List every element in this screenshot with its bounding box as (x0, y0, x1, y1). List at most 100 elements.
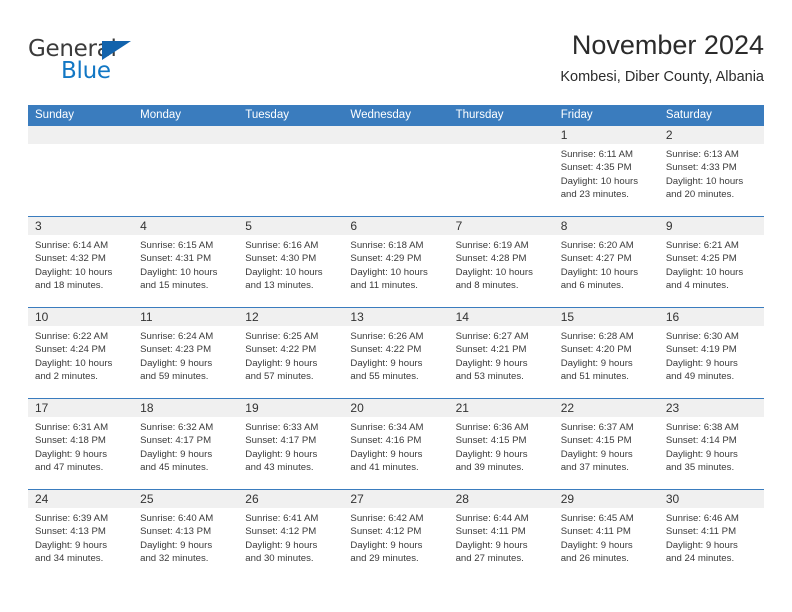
calendar-day-cell[interactable]: 12 Sunrise: 6:25 AM Sunset: 4:22 PM Dayligh… (238, 308, 344, 398)
calendar-day-cell[interactable]: 24 Sunrise: 6:39 AM Sunset: 4:13 PM Dayligh… (28, 490, 134, 578)
sunrise-text: Sunrise: 6:13 AM (665, 149, 739, 160)
calendar-grid: Sunday Monday Tuesday Wednesday Thursday Frid… (28, 105, 764, 578)
title-block: November 2024 Kombesi, Diber County, Alb… (560, 28, 764, 88)
calendar-day-cell[interactable]: 18 Sunrise: 6:32 AM Sunset: 4:17 PM Dayligh… (133, 399, 239, 489)
daylight-text-line2: and 23 minutes. (560, 189, 629, 201)
calendar-day-cell[interactable]: 26 Sunrise: 6:41 AM Sunset: 4:12 PM Dayligh… (238, 490, 344, 578)
daylight-text-line2: and 41 minutes. (350, 462, 419, 474)
sun-info: Sunrise: 6:41 AM Sunset: 4:12 PM Daylight:… (238, 508, 343, 570)
daylight-text-line2: and 57 minutes. (245, 371, 314, 383)
sunrise-text: Sunrise: 6:44 AM (455, 513, 529, 524)
calendar-day-cell[interactable]: 28 Sunrise: 6:44 AM Sunset: 4:11 PM Dayligh… (448, 490, 554, 578)
day-number (28, 126, 134, 144)
daylight-text-line1: Daylight: 9 hours (140, 357, 213, 369)
sunset-text: Sunset: 4:24 PM (35, 344, 106, 356)
calendar-day-cell[interactable]: 20 Sunrise: 6:34 AM Sunset: 4:16 PM Dayligh… (343, 399, 449, 489)
daylight-text-line1: Daylight: 9 hours (140, 448, 213, 460)
calendar-day-cell[interactable]: 10 Sunrise: 6:22 AM Sunset: 4:24 PM Dayligh… (28, 308, 134, 398)
sunrise-text: Sunrise: 6:19 AM (455, 240, 529, 251)
sun-info: Sunrise: 6:28 AM Sunset: 4:20 PM Daylight:… (554, 326, 659, 388)
daylight-text-line2: and 53 minutes. (455, 371, 524, 383)
sun-info: Sunrise: 6:36 AM Sunset: 4:15 PM Daylight:… (449, 417, 554, 479)
sunrise-text: Sunrise: 6:33 AM (245, 422, 319, 433)
calendar-day-cell[interactable]: 7 Sunrise: 6:19 AM Sunset: 4:28 PM Daylight… (448, 217, 554, 307)
calendar-day-cell[interactable]: 13 Sunrise: 6:26 AM Sunset: 4:22 PM Dayligh… (343, 308, 449, 398)
day-number: 7 (448, 217, 554, 235)
calendar-day-cell[interactable]: 17 Sunrise: 6:31 AM Sunset: 4:18 PM Dayligh… (28, 399, 134, 489)
calendar-day-cell[interactable]: 27 Sunrise: 6:42 AM Sunset: 4:12 PM Dayligh… (343, 490, 449, 578)
sunrise-text: Sunrise: 6:37 AM (560, 422, 634, 433)
sunrise-text: Sunrise: 6:11 AM (560, 149, 634, 160)
daylight-text-line2: and 8 minutes. (455, 280, 519, 292)
day-number: 4 (133, 217, 239, 235)
logo-text-blue: Blue (61, 58, 111, 84)
sun-info: Sunrise: 6:18 AM Sunset: 4:29 PM Daylight:… (343, 235, 448, 297)
page-subtitle: Kombesi, Diber County, Albania (560, 69, 764, 85)
calendar-day-cell[interactable]: 8 Sunrise: 6:20 AM Sunset: 4:27 PM Daylight… (553, 217, 659, 307)
calendar-week-row: 3 Sunrise: 6:14 AM Sunset: 4:32 PM Daylight… (28, 216, 764, 307)
day-number: 15 (553, 308, 659, 326)
sunset-text: Sunset: 4:28 PM (455, 253, 527, 265)
calendar-day-cell[interactable]: 3 Sunrise: 6:14 AM Sunset: 4:32 PM Daylight… (28, 217, 134, 307)
day-number: 12 (238, 308, 344, 326)
calendar-day-cell[interactable]: 19 Sunrise: 6:33 AM Sunset: 4:17 PM Dayligh… (238, 399, 344, 489)
sunset-text: Sunset: 4:20 PM (560, 344, 632, 356)
calendar-day-cell[interactable]: 29 Sunrise: 6:45 AM Sunset: 4:11 PM Dayligh… (553, 490, 659, 578)
daylight-text-line2: and 29 minutes. (350, 553, 419, 565)
calendar-day-cell[interactable]: 6 Sunrise: 6:18 AM Sunset: 4:29 PM Daylight… (343, 217, 449, 307)
calendar-day-cell[interactable]: 1 Sunrise: 6:11 AM Sunset: 4:35 PM Daylight… (553, 126, 659, 216)
daylight-text-line1: Daylight: 9 hours (560, 357, 633, 369)
daylight-text-line2: and 26 minutes. (560, 553, 629, 565)
day-number: 23 (658, 399, 764, 417)
calendar-day-cell[interactable]: 11 Sunrise: 6:24 AM Sunset: 4:23 PM Dayligh… (133, 308, 239, 398)
daylight-text-line2: and 34 minutes. (35, 553, 104, 565)
daylight-text-line1: Daylight: 10 hours (665, 266, 744, 278)
calendar-day-cell[interactable]: 14 Sunrise: 6:27 AM Sunset: 4:21 PM Dayligh… (448, 308, 554, 398)
sunset-text: Sunset: 4:31 PM (140, 253, 212, 265)
calendar-day-cell[interactable]: 22 Sunrise: 6:37 AM Sunset: 4:15 PM Dayligh… (553, 399, 659, 489)
day-number: 29 (553, 490, 659, 508)
sunrise-text: Sunrise: 6:40 AM (140, 513, 214, 524)
sun-info: Sunrise: 6:34 AM Sunset: 4:16 PM Daylight:… (343, 417, 448, 479)
calendar-week-row: 17 Sunrise: 6:31 AM Sunset: 4:18 PM Dayligh… (28, 398, 764, 489)
sun-info: Sunrise: 6:15 AM Sunset: 4:31 PM Daylight:… (133, 235, 238, 297)
day-number (448, 126, 554, 144)
calendar-day-cell[interactable]: 5 Sunrise: 6:16 AM Sunset: 4:30 PM Daylight… (238, 217, 344, 307)
daylight-text-line2: and 6 minutes. (560, 280, 624, 292)
daylight-text-line1: Daylight: 10 hours (560, 175, 639, 187)
day-number: 6 (343, 217, 449, 235)
sunset-text: Sunset: 4:11 PM (455, 526, 526, 538)
page-header: General Blue November 2024 Kombesi, Dibe… (28, 28, 764, 98)
calendar-weeks: 1 Sunrise: 6:11 AM Sunset: 4:35 PM Daylight… (28, 126, 764, 578)
calendar-day-cell[interactable]: 30 Sunrise: 6:46 AM Sunset: 4:11 PM Dayligh… (658, 490, 764, 578)
sunrise-text: Sunrise: 6:18 AM (350, 240, 424, 251)
sunset-text: Sunset: 4:16 PM (350, 435, 422, 447)
sunrise-text: Sunrise: 6:14 AM (35, 240, 109, 251)
daylight-text-line2: and 24 minutes. (665, 553, 735, 565)
daylight-text-line1: Daylight: 10 hours (35, 357, 113, 369)
sun-info: Sunrise: 6:11 AM Sunset: 4:35 PM Daylight:… (554, 144, 659, 206)
calendar-day-cell[interactable]: 15 Sunrise: 6:28 AM Sunset: 4:20 PM Dayligh… (553, 308, 659, 398)
day-number (238, 126, 344, 144)
daylight-text-line1: Daylight: 10 hours (665, 175, 744, 187)
calendar-day-cell[interactable]: 21 Sunrise: 6:36 AM Sunset: 4:15 PM Dayligh… (448, 399, 554, 489)
daylight-text-line1: Daylight: 9 hours (350, 539, 423, 551)
calendar-day-cell[interactable]: 9 Sunrise: 6:21 AM Sunset: 4:25 PM Daylight… (658, 217, 764, 307)
calendar-day-cell[interactable]: 2 Sunrise: 6:13 AM Sunset: 4:33 PM Daylight… (658, 126, 764, 216)
sunrise-text: Sunrise: 6:20 AM (560, 240, 634, 251)
calendar-week-row: 10 Sunrise: 6:22 AM Sunset: 4:24 PM Dayligh… (28, 307, 764, 398)
sunrise-text: Sunrise: 6:41 AM (245, 513, 319, 524)
day-number: 26 (238, 490, 344, 508)
day-number: 28 (448, 490, 554, 508)
calendar-cell-empty (448, 126, 554, 216)
daylight-text-line2: and 4 minutes. (665, 280, 729, 292)
calendar-cell-empty (238, 126, 344, 216)
sunset-text: Sunset: 4:22 PM (245, 344, 317, 356)
calendar-day-cell[interactable]: 4 Sunrise: 6:15 AM Sunset: 4:31 PM Daylight… (133, 217, 239, 307)
daylight-text-line1: Daylight: 9 hours (350, 357, 423, 369)
sunset-text: Sunset: 4:13 PM (140, 526, 212, 538)
daylight-text-line1: Daylight: 9 hours (560, 539, 633, 551)
calendar-day-cell[interactable]: 16 Sunrise: 6:30 AM Sunset: 4:19 PM Dayligh… (658, 308, 764, 398)
calendar-day-cell[interactable]: 23 Sunrise: 6:38 AM Sunset: 4:14 PM Dayligh… (658, 399, 764, 489)
calendar-day-cell[interactable]: 25 Sunrise: 6:40 AM Sunset: 4:13 PM Dayligh… (133, 490, 239, 578)
